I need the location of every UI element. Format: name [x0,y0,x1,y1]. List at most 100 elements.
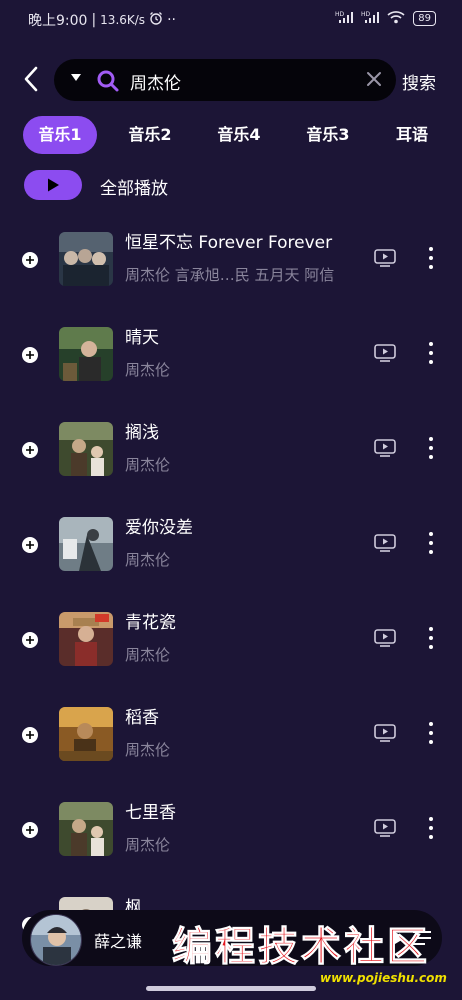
mv-button[interactable] [374,534,396,552]
album-cover [59,517,113,571]
mv-button[interactable] [374,724,396,742]
song-title: 晴天 [125,328,159,348]
search-input[interactable]: 周杰伦 [130,69,181,94]
album-cover [59,612,113,666]
more-options-button[interactable] [424,532,438,554]
album-cover [59,422,113,476]
song-row[interactable]: 青花瓷 周杰伦 [0,596,462,691]
album-cover [59,802,113,856]
more-options-button[interactable] [424,627,438,649]
play-all-label[interactable]: 全部播放 [100,174,168,199]
mv-button[interactable] [374,344,396,362]
song-artist: 周杰伦 [125,551,171,569]
add-song-button[interactable] [22,347,38,363]
tab-music-1[interactable]: 音乐1 [23,116,97,154]
play-all-button[interactable] [24,170,82,200]
song-row[interactable]: 爱你没差 周杰伦 [0,501,462,596]
tab-music-2[interactable]: 音乐2 [113,116,187,154]
song-artist: 周杰伦 [125,456,171,474]
add-song-button[interactable] [22,727,38,743]
caret-down-icon [71,74,81,81]
more-options-button[interactable] [424,437,438,459]
player-cover[interactable] [30,914,82,966]
add-song-button[interactable] [22,632,38,648]
mv-button[interactable] [374,249,396,267]
status-right: HD HD 89 [335,10,436,27]
tab-music-3[interactable]: 音乐3 [291,116,365,154]
network-speed: 13.6K/s [100,13,146,27]
song-title: 稻香 [125,708,159,728]
cell-signal-1-icon: HD [335,10,354,27]
album-cover [59,232,113,286]
add-song-button[interactable] [22,537,38,553]
wifi-icon [387,10,405,27]
mini-player[interactable]: 薛之谦 [22,910,442,966]
close-icon [367,72,381,86]
add-song-button[interactable] [22,252,38,268]
svg-text:HD: HD [335,11,345,18]
song-artist: 周杰伦 [125,836,171,854]
play-icon [390,929,405,947]
cell-signal-2-icon: HD [361,10,380,27]
song-artist: 周杰伦 [125,646,171,664]
song-title: 七里香 [125,803,176,823]
song-row[interactable]: 稻香 周杰伦 [0,691,462,786]
song-title: 青花瓷 [125,613,176,633]
mv-button[interactable] [374,629,396,647]
chevron-left-icon [24,66,38,92]
more-options-button[interactable] [424,722,438,744]
alarm-clock-icon [149,11,163,29]
player-song-title: 薛之谦 [94,932,143,951]
status-dots: ·· [167,12,176,28]
plus-icon [26,826,34,834]
category-tabs: 音乐1 音乐2 音乐4 音乐3 耳语 [0,116,462,154]
mv-button[interactable] [374,819,396,837]
video-icon [374,344,396,362]
song-artist: 周杰伦 [125,361,171,379]
player-play-button[interactable] [388,928,406,952]
status-separator: | [91,12,97,28]
search-box[interactable]: 周杰伦 [54,59,396,101]
battery-level: 89 [413,11,436,26]
back-button[interactable] [18,64,44,94]
plus-icon [26,541,34,549]
plus-icon [26,636,34,644]
video-icon [374,439,396,457]
video-icon [374,819,396,837]
video-icon [374,249,396,267]
add-song-button[interactable] [22,442,38,458]
song-title: 搁浅 [125,423,159,443]
video-icon [374,534,396,552]
app-screen: 晚上9:00 | 13.6K/s ·· HD HD 89 周杰伦 搜索 音乐1 … [0,0,462,1000]
song-row[interactable]: 恒星不忘 Forever Forever 周杰伦 言承旭…民 五月天 阿信 [0,216,462,311]
status-left: 晚上9:00 | 13.6K/s ·· [28,10,176,30]
svg-text:HD: HD [361,11,371,18]
tab-music-4[interactable]: 音乐4 [202,116,276,154]
song-row[interactable]: 晴天 周杰伦 [0,311,462,406]
playlist-icon [413,931,431,945]
song-artist: 周杰伦 [125,741,171,759]
tab-whisper[interactable]: 耳语 [380,116,444,154]
home-indicator[interactable] [146,986,316,991]
album-cover [59,707,113,761]
more-options-button[interactable] [424,247,438,269]
plus-icon [26,256,34,264]
search-button[interactable]: 搜索 [402,69,436,94]
song-artist: 周杰伦 言承旭…民 五月天 阿信 [125,266,335,284]
more-options-button[interactable] [424,817,438,839]
song-row[interactable]: 搁浅 周杰伦 [0,406,462,501]
album-cover [59,327,113,381]
plus-icon [26,446,34,454]
plus-icon [26,351,34,359]
song-title: 恒星不忘 Forever Forever [125,233,333,253]
play-icon [48,178,59,192]
status-bar: 晚上9:00 | 13.6K/s ·· HD HD 89 [0,0,462,38]
search-type-dropdown[interactable] [70,71,82,87]
song-row[interactable]: 七里香 周杰伦 [0,786,462,881]
clear-search-button[interactable] [364,69,384,93]
more-options-button[interactable] [424,342,438,364]
add-song-button[interactable] [22,822,38,838]
mv-button[interactable] [374,439,396,457]
playlist-button[interactable] [412,930,432,950]
status-time: 晚上9:00 [28,13,88,29]
